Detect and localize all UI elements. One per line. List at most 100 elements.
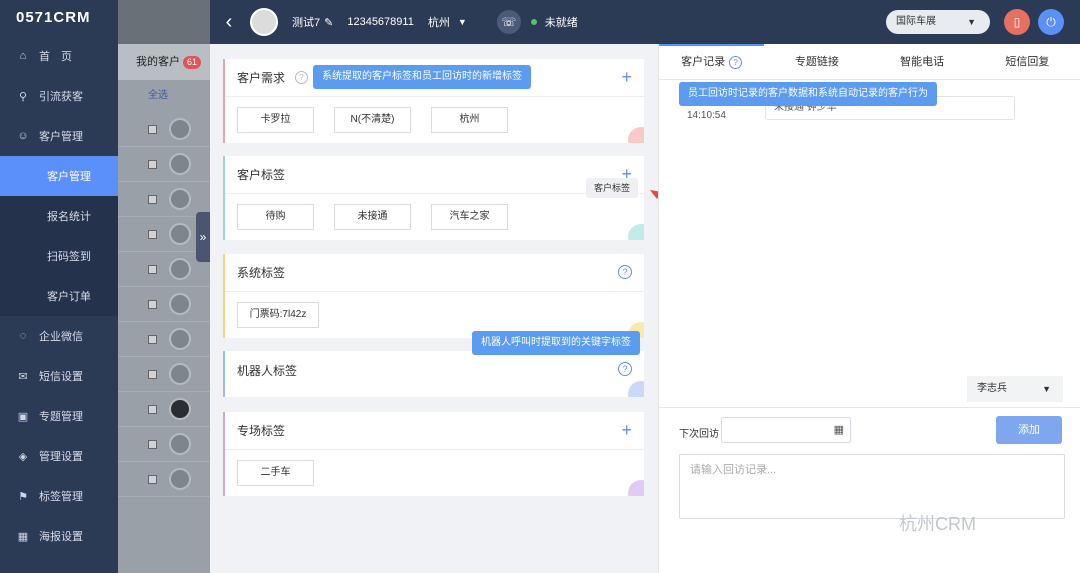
- nav-sub-registration-stats[interactable]: 报名统计: [0, 196, 118, 236]
- nav-label: 客户管理: [47, 171, 91, 183]
- tab-customer-records[interactable]: 客户记录?: [659, 44, 765, 79]
- calendar-icon[interactable]: ▦: [834, 423, 844, 436]
- phone-icon[interactable]: ☏: [496, 10, 521, 34]
- nav-sub-customer-orders[interactable]: 客户订单: [0, 276, 118, 316]
- top-bar: ‹ 测试7 ✎ 12345678911 杭州 ▼ ☏ 未就绪 国际车展 ▼ ▯ ⏻: [210, 0, 1080, 44]
- nav-label: 客户管理: [39, 131, 83, 143]
- nav-poster-settings[interactable]: ▦ 海报设置: [0, 516, 118, 556]
- help-icon[interactable]: ?: [295, 71, 309, 84]
- tag-item[interactable]: 二手车: [237, 460, 314, 486]
- card-header: 客户标签 +: [225, 156, 644, 194]
- row-checkbox[interactable]: [148, 439, 157, 449]
- customer-row[interactable]: [118, 357, 210, 392]
- customer-row[interactable]: [118, 112, 210, 147]
- nav-label: 报名统计: [47, 211, 91, 223]
- row-checkbox[interactable]: [148, 474, 157, 484]
- help-icon[interactable]: ?: [729, 55, 743, 69]
- tab-sms-replies[interactable]: 短信回复: [975, 44, 1080, 79]
- customer-row[interactable]: [118, 392, 210, 427]
- image-icon: ▦: [17, 530, 29, 543]
- agent-select-value: 李志兵: [977, 383, 1007, 394]
- customer-row[interactable]: [118, 427, 210, 462]
- row-checkbox[interactable]: [148, 159, 157, 169]
- avatar: [169, 293, 191, 315]
- mobile-icon[interactable]: ▯: [1004, 9, 1030, 35]
- row-checkbox[interactable]: [148, 369, 157, 379]
- agent-status: 未就绪: [544, 17, 578, 29]
- customer-row[interactable]: [118, 322, 210, 357]
- collapse-toggle[interactable]: »: [196, 212, 210, 262]
- tag-item[interactable]: 卡罗拉: [237, 107, 314, 133]
- card-title: 客户标签: [237, 168, 286, 182]
- caret-down-icon[interactable]: ▼: [458, 17, 467, 27]
- card-header: 机器人标签 ?: [225, 351, 644, 389]
- power-icon[interactable]: ⏻: [1038, 9, 1064, 35]
- nav-admin-settings[interactable]: ◈ 管理设置: [0, 436, 118, 476]
- nav-label: 专题管理: [39, 411, 83, 423]
- row-checkbox[interactable]: [148, 194, 157, 204]
- tab-smart-call[interactable]: 智能电话: [870, 44, 975, 79]
- tag-item[interactable]: 杭州: [431, 107, 508, 133]
- row-checkbox[interactable]: [148, 334, 157, 344]
- row-checkbox[interactable]: [148, 264, 157, 274]
- nav-tag-management[interactable]: ⚑ 标签管理: [0, 476, 118, 516]
- tag-panel: 客户需求 ? + 卡罗拉 N(不清楚) 杭州 客户标签 + 待购 未接通 汽车之…: [210, 44, 658, 573]
- avatar: [250, 8, 278, 36]
- row-checkbox[interactable]: [148, 404, 157, 414]
- customer-row[interactable]: [118, 147, 210, 182]
- tag-item[interactable]: 待购: [237, 204, 314, 230]
- nav-home[interactable]: ⌂ 首 页: [0, 36, 118, 76]
- nav-sms-settings[interactable]: ✉ 短信设置: [0, 356, 118, 396]
- row-checkbox[interactable]: [148, 229, 157, 239]
- nav-topic-management[interactable]: ▣ 专题管理: [0, 396, 118, 436]
- avatar: [169, 118, 191, 140]
- project-select[interactable]: 国际车展 ▼: [886, 10, 990, 34]
- tag-item[interactable]: N(不清楚): [334, 107, 411, 133]
- caret-down-icon: ▼: [1042, 384, 1051, 394]
- row-checkbox[interactable]: [148, 124, 157, 134]
- layers-icon: ◈: [18, 450, 28, 463]
- customer-row[interactable]: [118, 182, 210, 217]
- nav-label: 短信设置: [39, 371, 83, 383]
- tab-label: 客户记录: [681, 56, 726, 68]
- tag-item[interactable]: 汽车之家: [431, 204, 508, 230]
- nav-customer-management[interactable]: ☺ 客户管理: [0, 116, 118, 156]
- tag-list: 待购 未接通 汽车之家: [225, 194, 644, 230]
- tab-label: 智能电话: [900, 56, 945, 68]
- nav-label: 首 页: [39, 51, 72, 63]
- help-icon[interactable]: ?: [618, 362, 632, 376]
- customer-list: 我的客户 61 全选: [118, 0, 210, 573]
- tab-topic-links[interactable]: 专题链接: [764, 44, 869, 79]
- row-checkbox[interactable]: [148, 299, 157, 309]
- customer-row[interactable]: [118, 287, 210, 322]
- home-icon: ⌂: [19, 50, 27, 62]
- record-time: 14:10:54: [687, 110, 726, 121]
- nav-label: 标签管理: [39, 491, 83, 503]
- tag-item[interactable]: 未接通: [334, 204, 411, 230]
- customer-count-badge: 61: [183, 56, 202, 69]
- customer-row[interactable]: [118, 462, 210, 497]
- nav-wecom[interactable]: ◌ 企业微信: [0, 316, 118, 356]
- tag-item[interactable]: 门票码:7l42z: [237, 302, 319, 328]
- nav-sub-customer-management[interactable]: 客户管理: [0, 156, 118, 196]
- edit-icon[interactable]: ✎: [324, 16, 333, 29]
- card-header: 系统标签 ?: [225, 254, 644, 292]
- add-tag-icon[interactable]: +: [621, 67, 632, 87]
- customer-tags-card: 客户标签 + 待购 未接通 汽车之家: [223, 156, 644, 240]
- next-visit-date-input[interactable]: ▦: [721, 417, 851, 443]
- add-button[interactable]: 添加: [996, 416, 1062, 444]
- agent-select[interactable]: 李志兵 ▼: [967, 376, 1063, 402]
- add-tag-icon[interactable]: +: [621, 420, 632, 440]
- customer-city[interactable]: 杭州: [428, 14, 450, 30]
- follow-up-record-input[interactable]: 请输入回访记录...: [679, 454, 1065, 519]
- robot-tags-tooltip: 机器人呼叫时提取到的关键字标签: [472, 331, 640, 355]
- nav-sub-qr-checkin[interactable]: 扫码签到: [0, 236, 118, 276]
- help-icon[interactable]: ?: [618, 265, 632, 279]
- tab-label: 短信回复: [1005, 56, 1050, 68]
- select-all-link[interactable]: 全选: [118, 80, 210, 112]
- nav-lead-generation[interactable]: ⚲ 引流获客: [0, 76, 118, 116]
- topic-icon: ▣: [17, 410, 29, 423]
- back-icon[interactable]: ‹: [214, 11, 244, 34]
- avatar: [169, 328, 191, 350]
- card-title: 系统标签: [237, 266, 286, 280]
